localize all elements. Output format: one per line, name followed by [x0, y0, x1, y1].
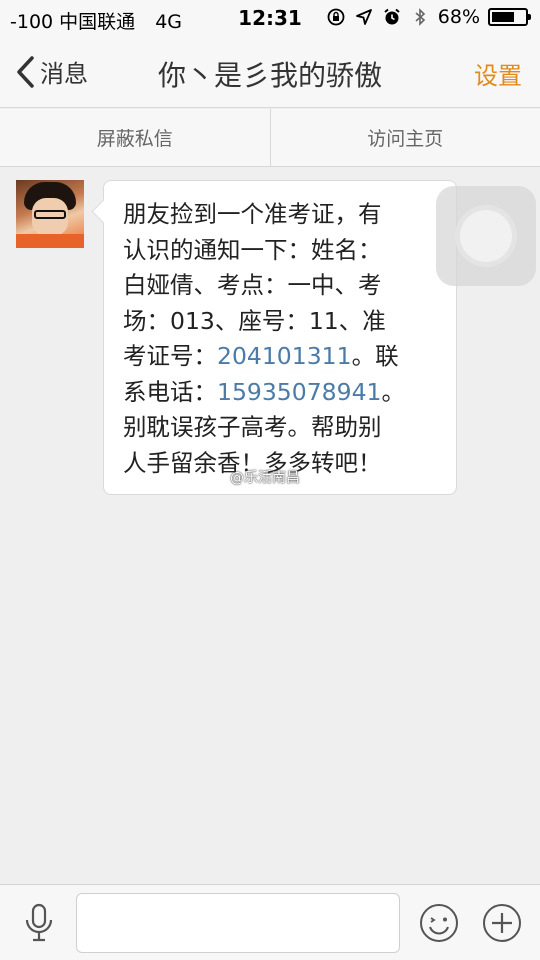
message-line: 白娅倩、考点：一中、考: [123, 271, 382, 299]
watermark: @乐活南昌: [230, 470, 300, 486]
message-line: 认识的通知一下：姓名：: [123, 235, 382, 264]
message-line: 系电话：15935078941。: [123, 377, 405, 406]
status-bar: -100 中国联通 4G 12:31 68%: [0, 0, 540, 40]
microphone-icon[interactable]: [20, 903, 58, 943]
admission-number-link[interactable]: 204101311: [217, 342, 352, 370]
message-bubble[interactable]: 朋友捡到一个准考证，有 认识的通知一下：姓名： 白娅倩、考点：一中、考 场：01…: [103, 180, 457, 495]
phone-number-link[interactable]: 15935078941: [217, 378, 381, 406]
bluetooth-icon: [415, 8, 425, 26]
battery-level-fill: [492, 12, 514, 22]
location-arrow-icon: [355, 9, 372, 25]
sender-avatar[interactable]: [16, 180, 84, 248]
message-line: 考证号：204101311。联: [123, 342, 399, 370]
navigation-bar: 消息 你丶是彡我的骄傲 设置: [0, 40, 540, 108]
emoji-icon[interactable]: [418, 902, 460, 944]
battery-icon: [488, 8, 531, 26]
action-bar: 屏蔽私信 访问主页: [0, 109, 540, 167]
message-line: 朋友捡到一个准考证，有: [123, 200, 382, 228]
conversation-title: 你丶是彡我的骄傲: [157, 59, 382, 92]
status-icons: 68%: [326, 6, 531, 28]
visit-homepage-button[interactable]: 访问主页: [271, 109, 540, 166]
assistive-touch-button[interactable]: [436, 186, 536, 286]
message-input[interactable]: [76, 893, 400, 953]
plus-icon[interactable]: [481, 902, 523, 944]
alarm-clock-icon: [384, 8, 400, 25]
message-line: 别耽误孩子高考。帮助别: [123, 413, 382, 441]
block-messages-button[interactable]: 屏蔽私信: [0, 109, 270, 166]
settings-button[interactable]: 设置: [474, 56, 522, 91]
battery-percent: 68%: [437, 6, 480, 28]
message-line: 场：013、座号：11、准: [123, 306, 386, 335]
lock-rotation-icon: [327, 8, 345, 26]
